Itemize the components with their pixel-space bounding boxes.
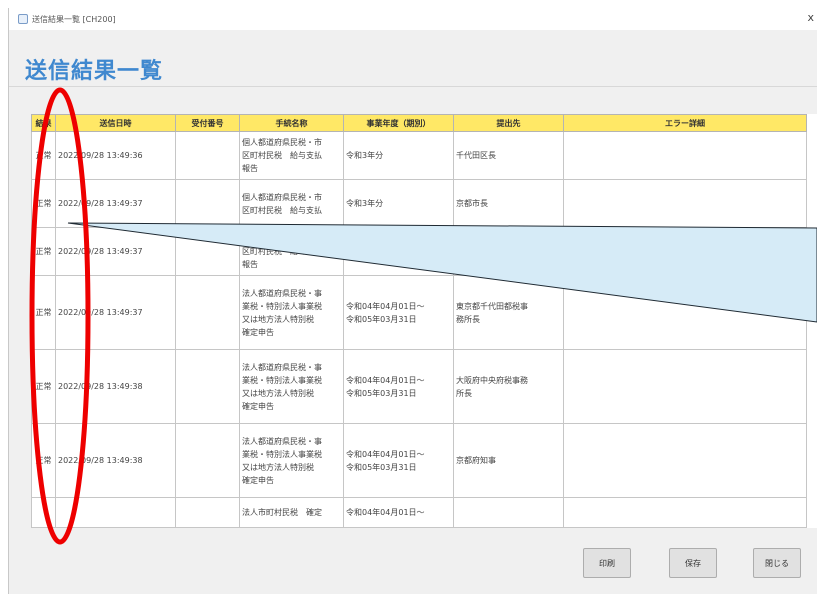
cell-error xyxy=(563,131,807,180)
window-title: 送信結果一覧 [CH200] xyxy=(32,14,116,24)
cell-fiscal-year: 令和3年分 xyxy=(343,131,454,180)
title-divider xyxy=(9,86,817,87)
cell-receipt xyxy=(175,275,240,350)
cell-destination: 大阪府中央府税事務 所長 xyxy=(453,349,564,424)
cell-procedure: 法人都道府県民税・事 業税・特別法人事業税 又は地方法人特別税 確定申告 xyxy=(239,349,344,424)
cell-receipt xyxy=(175,227,240,276)
table-row[interactable]: 正常 2022/09/28 13:49:38 法人都道府県民税・事 業税・特別法… xyxy=(31,349,807,424)
cell-fiscal-year: 令和04年04月01日～ xyxy=(343,497,454,528)
table-row[interactable]: 正常 2022/09/28 13:49:38 法人都道府県民税・事 業税・特別法… xyxy=(31,423,807,498)
cell-error xyxy=(563,423,807,498)
cell-result: 正常 xyxy=(31,227,56,276)
cell-fiscal-year: 令和3年分 xyxy=(343,227,454,276)
cell-fiscal-year: 令和04年04月01日～ 令和05年03月31日 xyxy=(343,423,454,498)
cell-receipt xyxy=(175,349,240,424)
cell-procedure: 法人都道府県民税・事 業税・特別法人事業税 又は地方法人特別税 確定申告 xyxy=(239,275,344,350)
cell-fiscal-year: 令和04年04月01日～ 令和05年03月31日 xyxy=(343,275,454,350)
table-row[interactable]: 正常 2022/09/28 13:49:36 個人都道府県民税・市 区町村民税 … xyxy=(31,131,807,180)
send-result-window: 送信結果一覧 [CH200] x 送信結果一覧 結果 送信日時 受付番号 手続名… xyxy=(8,8,817,594)
cell-receipt xyxy=(175,423,240,498)
cell-destination xyxy=(453,497,564,528)
col-header-result[interactable]: 結果 xyxy=(31,114,56,132)
cell-date: 2022/09/28 13:49:37 xyxy=(55,179,176,228)
save-button[interactable]: 保存 xyxy=(669,548,717,578)
close-button[interactable]: 閉じる xyxy=(753,548,801,578)
cell-date xyxy=(55,497,176,528)
cell-destination: 京都市長 xyxy=(453,179,564,228)
cell-receipt xyxy=(175,497,240,528)
table-row[interactable]: 法人市町村民税 確定 令和04年04月01日～ xyxy=(31,497,807,528)
cell-result: 正常 xyxy=(31,423,56,498)
table-header-row: 結果 送信日時 受付番号 手続名称 事業年度（期別） 提出先 エラー詳細 xyxy=(31,114,807,132)
col-header-procedure[interactable]: 手続名称 xyxy=(239,114,344,132)
cell-result xyxy=(31,497,56,528)
cell-receipt xyxy=(175,131,240,180)
cell-date: 2022/09/28 13:49:38 xyxy=(55,349,176,424)
cell-procedure: 法人都道府県民税・事 業税・特別法人事業税 又は地方法人特別税 確定申告 xyxy=(239,423,344,498)
window-close-icon[interactable]: x xyxy=(807,11,814,24)
cell-date: 2022/09/28 13:49:37 xyxy=(55,275,176,350)
cell-result: 正常 xyxy=(31,349,56,424)
table-row[interactable]: 正常 2022/09/28 13:49:37 法人都道府県民税・事 業税・特別法… xyxy=(31,275,807,350)
result-grid[interactable]: 結果 送信日時 受付番号 手続名称 事業年度（期別） 提出先 エラー詳細 正常 … xyxy=(31,114,817,528)
cell-error xyxy=(563,227,807,276)
print-button[interactable]: 印刷 xyxy=(583,548,631,578)
page-title: 送信結果一覧 xyxy=(25,59,164,84)
cell-procedure: 個人都道府県民税・市 区町村民税 給与支払 報告 xyxy=(239,131,344,180)
cell-error xyxy=(563,179,807,228)
cell-date: 2022/09/28 13:49:36 xyxy=(55,131,176,180)
cell-result: 正常 xyxy=(31,275,56,350)
table-row[interactable]: 正常 2022/09/28 13:49:37 個人都道府県民税・市 区町村民税 … xyxy=(31,227,807,276)
cell-procedure: 個人都道府県民税・市 区町村民税 給与支払 報告 xyxy=(239,227,344,276)
cell-fiscal-year: 令和04年04月01日～ 令和05年03月31日 xyxy=(343,349,454,424)
result-table: 結果 送信日時 受付番号 手続名称 事業年度（期別） 提出先 エラー詳細 正常 … xyxy=(31,114,807,528)
cell-destination: 千代田区長 xyxy=(453,131,564,180)
cell-destination: 東京都千代田都税事 務所長 xyxy=(453,275,564,350)
cell-result: 正常 xyxy=(31,131,56,180)
cell-error xyxy=(563,349,807,424)
col-header-error[interactable]: エラー詳細 xyxy=(563,114,807,132)
cell-result: 正常 xyxy=(31,179,56,228)
cell-error xyxy=(563,497,807,528)
cell-destination xyxy=(453,227,564,276)
cell-fiscal-year: 令和3年分 xyxy=(343,179,454,228)
cell-receipt xyxy=(175,179,240,228)
cell-date: 2022/09/28 13:49:38 xyxy=(55,423,176,498)
cell-procedure: 法人市町村民税 確定 xyxy=(239,497,344,528)
col-header-date[interactable]: 送信日時 xyxy=(55,114,176,132)
table-row[interactable]: 正常 2022/09/28 13:49:37 個人都道府県民税・市 区町村民税 … xyxy=(31,179,807,228)
cell-error xyxy=(563,275,807,350)
col-header-receipt[interactable]: 受付番号 xyxy=(175,114,240,132)
title-bar: 送信結果一覧 [CH200] x xyxy=(9,8,817,30)
cell-date: 2022/09/28 13:49:37 xyxy=(55,227,176,276)
col-header-fiscal-year[interactable]: 事業年度（期別） xyxy=(343,114,454,132)
cell-procedure: 個人都道府県民税・市 区町村民税 給与支払 xyxy=(239,179,344,228)
cell-destination: 京都府知事 xyxy=(453,423,564,498)
col-header-destination[interactable]: 提出先 xyxy=(453,114,564,132)
app-icon xyxy=(18,14,28,24)
